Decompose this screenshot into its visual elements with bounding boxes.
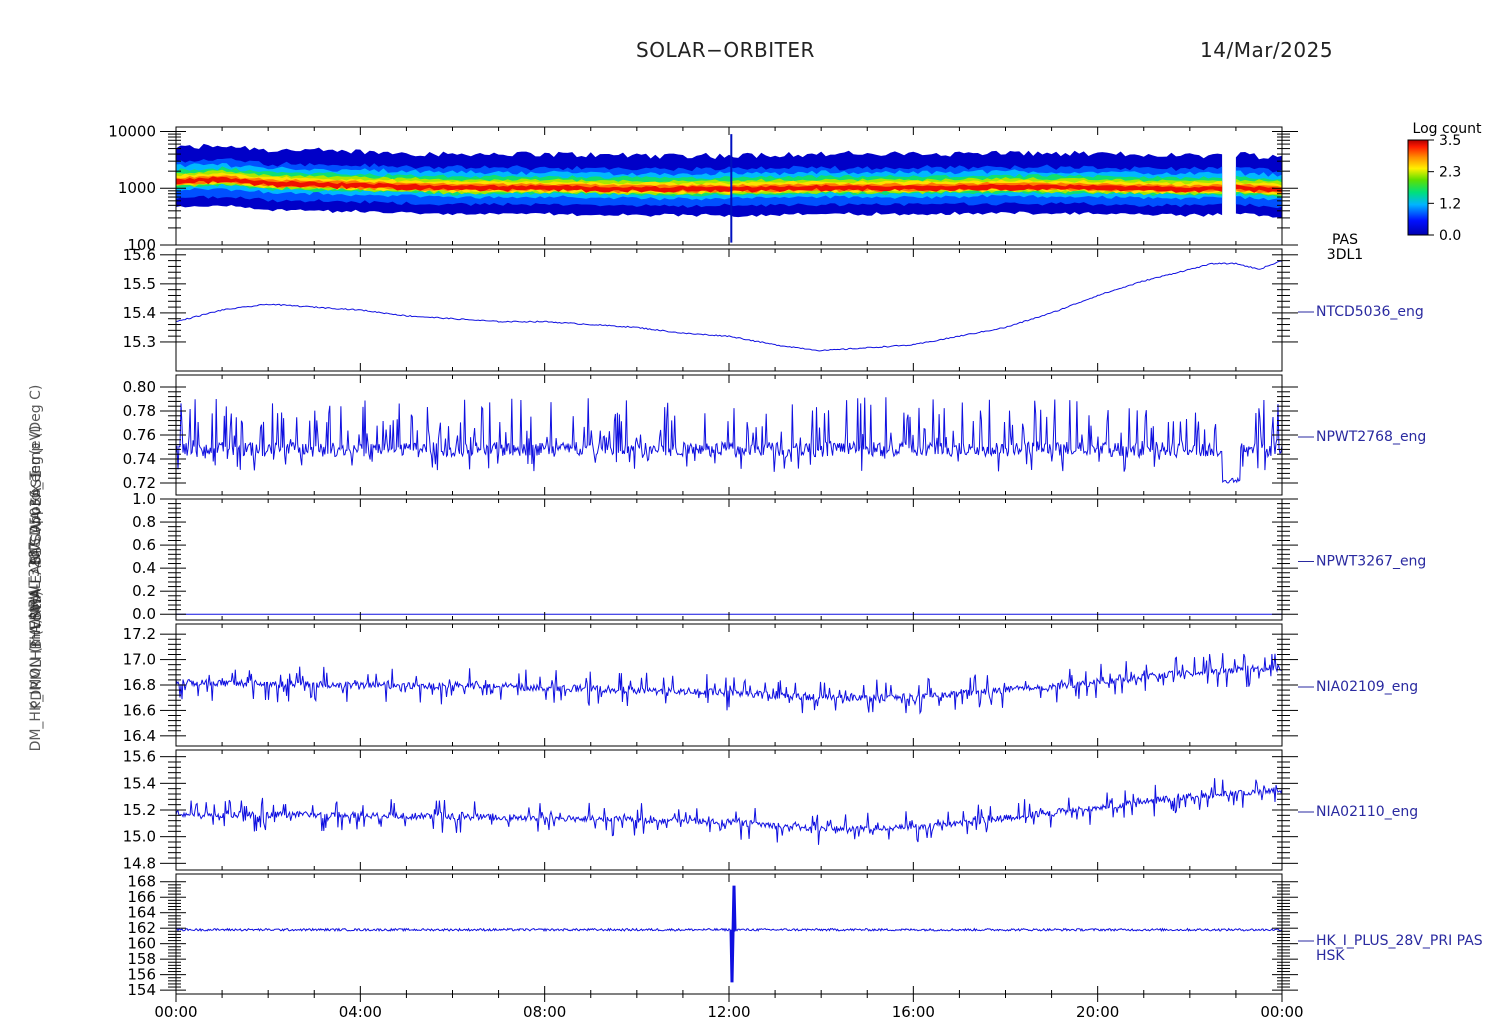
y-tick-label: 0.4: [132, 559, 156, 577]
panel-frame: [175, 873, 1283, 995]
labels-layer: 100100010000PAS3DL1Log count3.52.31.20.0…: [27, 121, 1483, 1020]
series-label: HK_I_PLUS_28V_PRI PAS: [1316, 933, 1483, 949]
panel-frame: [175, 248, 1283, 372]
series-trace-6: [176, 885, 1283, 983]
series-trace-4: [175, 653, 1283, 715]
panel-frame: [175, 498, 1283, 621]
y-tick-label: 0.2: [132, 582, 156, 600]
y-tick-label: 16.4: [123, 727, 156, 745]
y-tick-label: 0.78: [123, 402, 156, 420]
x-tick-label: 20:00: [1076, 1003, 1119, 1020]
y-tick-label: 10000: [108, 122, 156, 140]
stacked-timeseries-plot: 100100010000PAS3DL1Log count3.52.31.20.0…: [27, 121, 1483, 1020]
series-trace-1: [175, 260, 1283, 352]
y-tick-label: 17.2: [123, 625, 156, 643]
y-tick-label: 160: [127, 935, 156, 953]
x-tick-label: 00:00: [1260, 1003, 1303, 1020]
y-tick-label: 154: [127, 981, 156, 999]
colorbar-tick-label: 3.5: [1439, 133, 1461, 149]
x-tick-label: 16:00: [892, 1003, 935, 1020]
y-tick-label: 15.4: [123, 774, 156, 792]
colorbar: [1407, 139, 1429, 236]
x-tick-label: 00:00: [154, 1003, 197, 1020]
series-label: NIA02109_eng: [1316, 679, 1418, 695]
y-tick-label: 17.0: [123, 651, 156, 669]
y-tick-label: 16.6: [123, 701, 156, 719]
series-trace-2: [175, 397, 1283, 484]
y-tick-label: 0.76: [123, 426, 156, 444]
y-tick-label: 158: [127, 950, 156, 968]
y-tick-label: 156: [127, 966, 156, 984]
y-tick-label: 0.6: [132, 536, 156, 554]
series-trace-5: [175, 778, 1283, 845]
panel-label-pas: PAS: [1332, 232, 1358, 248]
y-tick-label: 0.80: [123, 378, 156, 396]
y-tick-label: 14.8: [123, 854, 156, 872]
colorbar-tick-label: 1.2: [1439, 196, 1461, 212]
x-tick-label: 12:00: [707, 1003, 750, 1020]
colorbar-tick-label: 0.0: [1439, 228, 1461, 244]
y-tick-label: 0.74: [123, 450, 156, 468]
y-tick-label: 168: [127, 873, 156, 891]
y-tick-label: 0.0: [132, 605, 156, 623]
y-tick-label: 164: [127, 904, 156, 922]
panel-label-3dl1: 3DL1: [1327, 247, 1363, 263]
y-tick-label: 1.0: [132, 490, 156, 508]
y-tick-label: 16.8: [123, 676, 156, 694]
x-tick-label: 08:00: [523, 1003, 566, 1020]
spectrogram-layer: [176, 134, 1282, 243]
colorbar-tick-label: 2.3: [1439, 165, 1461, 181]
y-tick-label: 15.6: [123, 748, 156, 766]
series-label: NIA02110_eng: [1316, 804, 1418, 820]
y-tick-label: 15.4: [123, 304, 156, 322]
y-tick-label: 15.0: [123, 828, 156, 846]
y-tick-label: 15.5: [123, 275, 156, 293]
y-tick-label: 162: [127, 919, 156, 937]
axes-layer: [160, 126, 1434, 1002]
y-axis-label: DM_HK_IMON (mA): [28, 619, 44, 752]
y-tick-label: 166: [127, 888, 156, 906]
series-label-line2: HSK: [1316, 948, 1345, 964]
series-label: NTCD5036_eng: [1316, 304, 1424, 320]
y-tick-label: 15.3: [123, 333, 156, 351]
y-tick-label: 15.6: [123, 246, 156, 264]
y-tick-label: 15.2: [123, 801, 156, 819]
series-label: NPWT3267_eng: [1316, 554, 1426, 570]
series-label: NPWT2768_eng: [1316, 429, 1426, 445]
y-tick-label: 1000: [118, 179, 156, 197]
y-tick-label: 0.8: [132, 513, 156, 531]
x-tick-label: 04:00: [339, 1003, 382, 1020]
